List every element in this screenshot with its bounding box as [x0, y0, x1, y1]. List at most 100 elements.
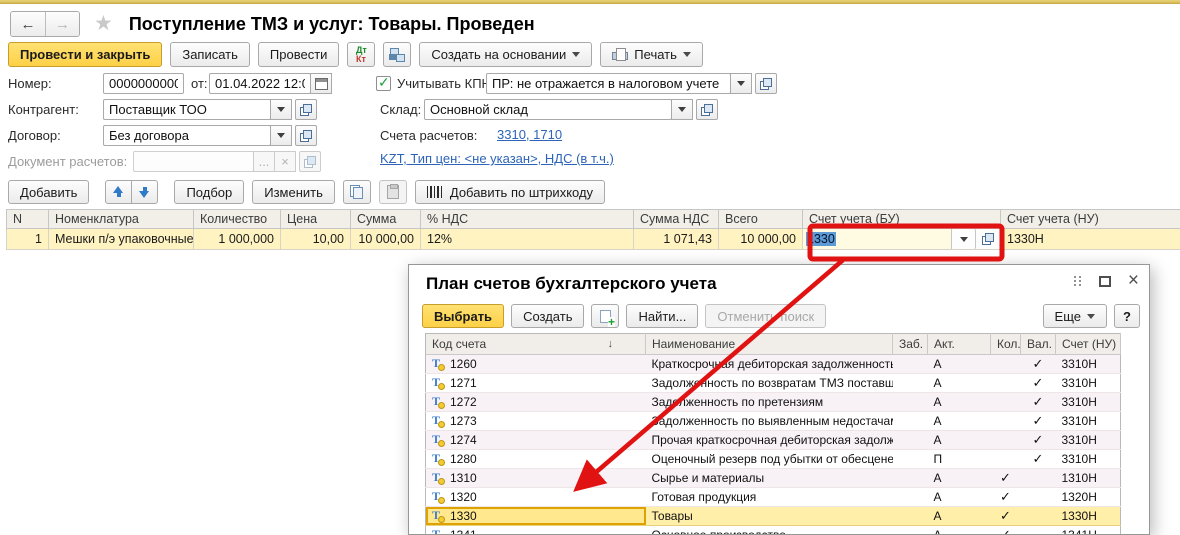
counterparty-input[interactable] — [103, 99, 271, 120]
cell-price[interactable]: 10,00 — [281, 229, 351, 250]
account-row-1260[interactable]: 1260 Краткосрочная дебиторская задолженн… — [426, 355, 1121, 374]
pr-open-button[interactable] — [755, 73, 777, 94]
number-input[interactable] — [103, 73, 184, 94]
counterparty-field-group — [103, 99, 317, 120]
counterparty-dropdown-button[interactable] — [270, 99, 292, 120]
command-toolbar: Провести и закрыть Записать Провести ДтК… — [8, 42, 703, 67]
warehouse-dropdown-button[interactable] — [671, 99, 693, 120]
select-button[interactable]: Выбрать — [422, 304, 504, 328]
number-field-group — [103, 73, 184, 94]
settlement-doc-open-button[interactable] — [299, 151, 321, 172]
calendar-button[interactable] — [310, 73, 332, 94]
add-by-barcode-button[interactable]: Добавить по штрихкоду — [415, 180, 605, 204]
account-type-icon — [432, 490, 445, 503]
arrow-up-icon — [113, 186, 124, 198]
settlement-accounts-link[interactable]: 3310, 1710 — [497, 125, 562, 145]
post-and-close-button[interactable]: Провести и закрыть — [8, 42, 162, 67]
col-currency[interactable]: Вал. — [1021, 334, 1056, 355]
open-icon — [760, 78, 772, 90]
forward-button[interactable] — [45, 12, 79, 36]
help-button[interactable]: ? — [1114, 304, 1140, 328]
contract-input[interactable] — [103, 125, 271, 146]
more-menu-icon[interactable] — [1074, 275, 1082, 287]
pick-button[interactable]: Подбор — [174, 180, 244, 204]
warehouse-open-button[interactable] — [696, 99, 718, 120]
settlement-doc-input[interactable] — [133, 151, 254, 172]
cell-nomenclature[interactable]: Мешки п/э упаковочные — [49, 229, 194, 250]
col-quantitative[interactable]: Кол. — [991, 334, 1021, 355]
account-type-icon — [432, 452, 445, 465]
write-button[interactable]: Записать — [170, 42, 250, 67]
open-icon — [701, 104, 713, 116]
favorite-star-icon[interactable] — [94, 14, 113, 34]
nav-bar: Поступление ТМЗ и услуг: Товары. Проведе… — [10, 11, 535, 37]
cancel-search-button[interactable]: Отменить поиск — [705, 304, 826, 328]
move-up-button[interactable] — [105, 180, 132, 204]
col-account-code[interactable]: Код счета — [426, 334, 646, 355]
settlement-doc-field-group: ... × — [133, 151, 321, 172]
find-button[interactable]: Найти... — [626, 304, 698, 328]
account-bu-value[interactable]: 1330 — [803, 229, 952, 249]
edit-row-button[interactable]: Изменить — [252, 180, 335, 204]
currency-price-type-link[interactable]: KZT, Тип цен: <не указан>, НДС (в т.ч.) — [380, 149, 614, 169]
contract-dropdown-button[interactable] — [270, 125, 292, 146]
contract-open-button[interactable] — [295, 125, 317, 146]
add-row-button[interactable]: Добавить — [8, 180, 89, 204]
contract-field-group — [103, 125, 317, 146]
cell-total[interactable]: 10 000,00 — [719, 229, 803, 250]
pr-dropdown-button[interactable] — [730, 73, 752, 94]
create-button[interactable]: Создать — [511, 304, 584, 328]
back-button[interactable] — [11, 12, 45, 36]
post-button[interactable]: Провести — [258, 42, 340, 67]
more-button[interactable]: Еще — [1043, 304, 1107, 328]
date-input[interactable] — [209, 73, 311, 94]
cell-vat-rate[interactable]: 12% — [421, 229, 634, 250]
copy-rows-button[interactable] — [343, 180, 371, 204]
forward-arrow-icon — [55, 16, 70, 33]
cell-quantity[interactable]: 1 000,000 — [194, 229, 281, 250]
move-down-button[interactable] — [131, 180, 158, 204]
currency-check — [1021, 526, 1056, 535]
account-row-1341[interactable]: 1341 Основное производство А ✓ 1341Н — [426, 526, 1121, 535]
account-row-1320[interactable]: 1320 Готовая продукция А ✓ 1320Н — [426, 488, 1121, 507]
counterparty-open-button[interactable] — [295, 99, 317, 120]
quantitative-check: ✓ — [991, 526, 1021, 535]
col-offbalance[interactable]: Заб. — [893, 334, 928, 355]
maximize-icon[interactable] — [1099, 276, 1111, 287]
account-row-1274[interactable]: 1274 Прочая краткосрочная дебиторская за… — [426, 431, 1121, 450]
account-row-1272[interactable]: 1272 Задолженность по претензиям А ✓ 331… — [426, 393, 1121, 412]
cell-vat-sum[interactable]: 1 071,43 — [634, 229, 719, 250]
document-structure-button[interactable] — [383, 42, 411, 67]
currency-check — [1021, 488, 1056, 507]
pr-combobox[interactable] — [486, 73, 731, 94]
create-new-document-button[interactable] — [591, 304, 619, 328]
col-activity[interactable]: Акт. — [928, 334, 991, 355]
cell-sum[interactable]: 10 000,00 — [351, 229, 421, 250]
dt-kt-postings-button[interactable]: ДтКт — [347, 42, 375, 67]
items-row-1[interactable]: 1 Мешки п/э упаковочные 1 000,000 10,00 … — [7, 229, 1180, 250]
print-button[interactable]: Печать — [600, 42, 703, 67]
create-based-on-button[interactable]: Создать на основании — [419, 42, 592, 67]
counterparty-label: Контрагент: — [8, 99, 79, 120]
currency-check: ✓ — [1021, 393, 1056, 412]
kpn-checkbox[interactable] — [376, 76, 391, 91]
account-row-1330-selected[interactable]: 1330 Товары А ✓ 1330Н — [426, 507, 1121, 526]
accounts-header-row: Код счета Наименование Заб. Акт. Кол. Ва… — [426, 334, 1121, 355]
cell-account-nu[interactable]: 1330Н — [1001, 229, 1180, 250]
close-icon[interactable] — [1128, 275, 1139, 287]
account-row-1273[interactable]: 1273 Задолженность по выявленным недоста… — [426, 412, 1121, 431]
currency-check: ✓ — [1021, 431, 1056, 450]
paste-rows-button[interactable] — [379, 180, 407, 204]
cell-n[interactable]: 1 — [7, 229, 49, 250]
account-bu-dropdown-button[interactable] — [952, 229, 976, 249]
settlement-doc-ellipsis-button[interactable]: ... — [253, 151, 275, 172]
account-row-1310[interactable]: 1310 Сырье и материалы А ✓ 1310Н — [426, 469, 1121, 488]
col-account-name[interactable]: Наименование — [646, 334, 893, 355]
account-row-1280[interactable]: 1280 Оценочный резерв под убытки от обес… — [426, 450, 1121, 469]
chevron-down-icon — [678, 107, 686, 112]
warehouse-input[interactable] — [424, 99, 672, 120]
account-row-1271[interactable]: 1271 Задолженность по возвратам ТМЗ пост… — [426, 374, 1121, 393]
settlement-doc-clear-button[interactable]: × — [274, 151, 296, 172]
col-tax-account[interactable]: Счет (НУ) — [1056, 334, 1121, 355]
account-bu-open-button[interactable] — [976, 229, 1000, 249]
